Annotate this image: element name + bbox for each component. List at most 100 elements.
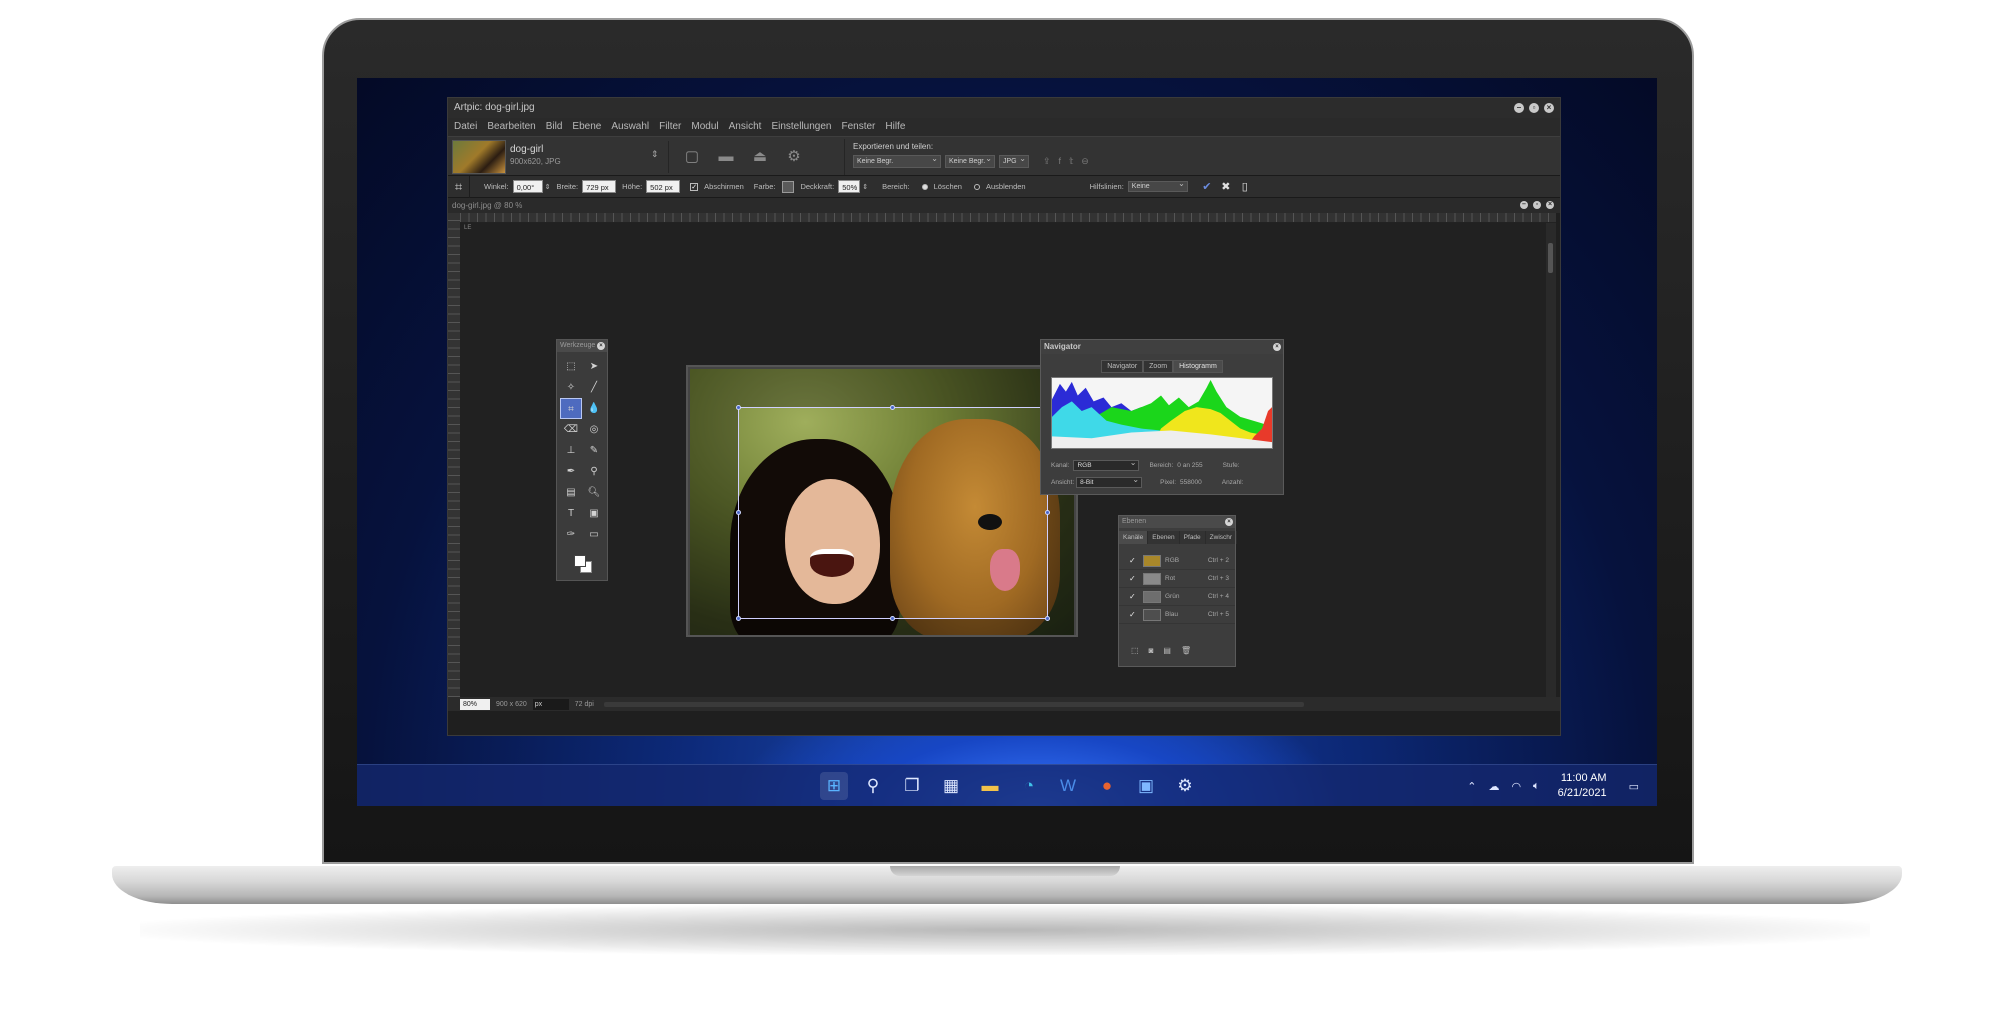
tab-clipboard[interactable]: Zwischr	[1206, 531, 1238, 544]
crop-tool-icon[interactable]: ⌗	[448, 175, 470, 198]
menu-auswahl[interactable]: Auswahl	[611, 118, 655, 136]
channel-select[interactable]: RGB	[1073, 458, 1140, 471]
tab-histogram[interactable]: Histogramm	[1173, 360, 1223, 373]
document-switch-icon[interactable]: ⇕	[651, 149, 659, 160]
foreground-color-swatch[interactable]	[574, 555, 586, 567]
horizontal-scrollbar[interactable]	[603, 701, 1304, 707]
edge-icon[interactable]: ◔	[1015, 772, 1043, 800]
visibility-check-icon[interactable]: ✓	[1129, 574, 1139, 583]
menu-bild[interactable]: Bild	[546, 118, 569, 136]
view-select[interactable]: 8-Bit	[1076, 475, 1143, 488]
image[interactable]	[690, 369, 1074, 635]
doc-close-button[interactable]: ×	[1546, 201, 1554, 209]
menu-bearbeiten[interactable]: Bearbeiten	[487, 118, 541, 136]
cloud-icon[interactable]: ☁	[1488, 780, 1499, 793]
cancel-crop-icon[interactable]: ✖	[1219, 180, 1233, 194]
gradient-tool-icon[interactable]: ▤	[560, 482, 582, 503]
export-quality-select[interactable]: Keine Begr.	[945, 153, 995, 168]
shape-tool-icon[interactable]: ▭	[583, 524, 605, 545]
path-tool-icon[interactable]: ✑	[560, 524, 582, 545]
clock[interactable]: 11:00 AM 6/21/2021	[1558, 771, 1607, 801]
word-icon[interactable]: W	[1054, 772, 1082, 800]
channel-row-red[interactable]: ✓ Rot Ctrl + 3	[1119, 570, 1235, 588]
width-input[interactable]: 729 px	[582, 180, 617, 193]
stamp-tool-icon[interactable]: ⊥	[560, 440, 582, 461]
channel-row-green[interactable]: ✓ Grün Ctrl + 4	[1119, 588, 1235, 606]
new-channel-icon[interactable]: ▤	[1163, 646, 1171, 655]
maximize-button[interactable]: ▫	[1529, 103, 1539, 113]
menu-ebene[interactable]: Ebene	[572, 118, 607, 136]
new-document-icon[interactable]: ▢	[681, 148, 703, 166]
channel-to-selection-icon[interactable]: ⬚	[1131, 646, 1139, 655]
close-button[interactable]: ×	[1544, 103, 1554, 113]
layers-close-icon[interactable]: ×	[1225, 518, 1233, 526]
magic-wand-tool-icon[interactable]: ✧	[560, 377, 582, 398]
crop-handle-left[interactable]	[736, 510, 741, 515]
eraser-tool-icon[interactable]: ⌫	[560, 419, 582, 440]
marquee-tool-icon[interactable]: ⬚	[560, 356, 582, 377]
blur-tool-icon[interactable]: 💧	[583, 398, 605, 419]
notification-icon[interactable]: ▭	[1629, 780, 1639, 793]
angle-spinner-icon[interactable]: ⇕	[545, 183, 551, 191]
rotate-crop-icon[interactable]: ▯	[1238, 180, 1252, 194]
store-icon[interactable]: ▣	[1132, 772, 1160, 800]
shade-checkbox[interactable]: ✓	[690, 182, 699, 191]
red-eye-tool-icon[interactable]: ◎	[583, 419, 605, 440]
unit-select[interactable]: px	[532, 698, 569, 710]
crop-selection[interactable]	[738, 407, 1048, 619]
shade-color-swatch[interactable]	[782, 180, 795, 193]
delete-radio[interactable]	[921, 183, 928, 190]
tab-paths[interactable]: Pfade	[1180, 531, 1206, 544]
menu-filter[interactable]: Filter	[659, 118, 687, 136]
menu-ansicht[interactable]: Ansicht	[729, 118, 768, 136]
upload-icon[interactable]: ⇪	[1043, 156, 1051, 167]
tab-navigator[interactable]: Navigator	[1101, 360, 1144, 373]
pencil-tool-icon[interactable]: ✎	[583, 440, 605, 461]
vertical-scrollbar[interactable]	[1546, 223, 1556, 697]
start-icon[interactable]: ⊞	[820, 772, 848, 800]
hide-radio[interactable]	[973, 183, 980, 190]
save-selection-icon[interactable]: ◙	[1149, 646, 1154, 655]
text-tool-icon[interactable]: T	[560, 503, 582, 524]
crop-handle-tl[interactable]	[736, 405, 741, 410]
tab-zoom[interactable]: Zoom	[1143, 360, 1174, 373]
visibility-check-icon[interactable]: ✓	[1129, 556, 1139, 565]
menu-einstellungen[interactable]: Einstellungen	[771, 118, 837, 136]
menu-fenster[interactable]: Fenster	[841, 118, 881, 136]
crop-handle-right[interactable]	[1045, 510, 1050, 515]
crop-tool-selected-icon[interactable]: ⌗	[560, 398, 582, 419]
document-thumbnail[interactable]	[452, 140, 506, 174]
crop-handle-br[interactable]	[1045, 616, 1050, 621]
opacity-spinner-icon[interactable]: ⇕	[862, 183, 868, 191]
opacity-input[interactable]: 50%	[838, 180, 861, 193]
trash-icon[interactable]: 🗑︎	[1181, 646, 1191, 655]
search-icon[interactable]: ⚲	[859, 772, 887, 800]
task-view-icon[interactable]: ❐	[898, 772, 926, 800]
eyedropper-tool-icon[interactable]: ⚲	[583, 461, 605, 482]
menu-datei[interactable]: Datei	[454, 118, 483, 136]
zoom-input[interactable]: 80%	[460, 698, 490, 710]
guides-select[interactable]: Keine	[1127, 179, 1188, 192]
batch-icon[interactable]: ⚙	[783, 148, 805, 166]
export-format-select[interactable]: JPG	[999, 153, 1029, 168]
fill-tool-icon[interactable]: ▣	[583, 503, 605, 524]
volume-icon[interactable]: 🔈︎	[1533, 780, 1540, 793]
doc-maximize-button[interactable]: ▫	[1533, 201, 1541, 209]
canvas-area[interactable]: LE Werkzeuge × ⬚ ➤ ✧ ╱ ⌗ 💧 ⌫ ◎ ⊥ ✎ ✒ ⚲ ▤…	[460, 223, 1546, 697]
menu-modul[interactable]: Modul	[691, 118, 724, 136]
color-swatches[interactable]	[572, 553, 592, 573]
steam-icon[interactable]: ⚙	[1171, 772, 1199, 800]
chevron-up-icon[interactable]: ⌃	[1467, 780, 1476, 793]
minimize-button[interactable]: –	[1514, 103, 1524, 113]
pen-tool-icon[interactable]: ✒	[560, 461, 582, 482]
facebook-icon[interactable]: f	[1059, 156, 1062, 167]
tools-panel-close-icon[interactable]: ×	[597, 342, 605, 350]
brush-tool-icon[interactable]: ╱	[583, 377, 605, 398]
navigator-close-icon[interactable]: ×	[1273, 343, 1281, 351]
crop-handle-bl[interactable]	[736, 616, 741, 621]
tab-channels[interactable]: Kanäle	[1119, 531, 1149, 544]
crop-handle-bottom[interactable]	[890, 616, 895, 621]
widgets-icon[interactable]: ▦	[937, 772, 965, 800]
crop-handle-top[interactable]	[890, 405, 895, 410]
channel-row-rgb[interactable]: ✓ RGB Ctrl + 2	[1119, 552, 1235, 570]
